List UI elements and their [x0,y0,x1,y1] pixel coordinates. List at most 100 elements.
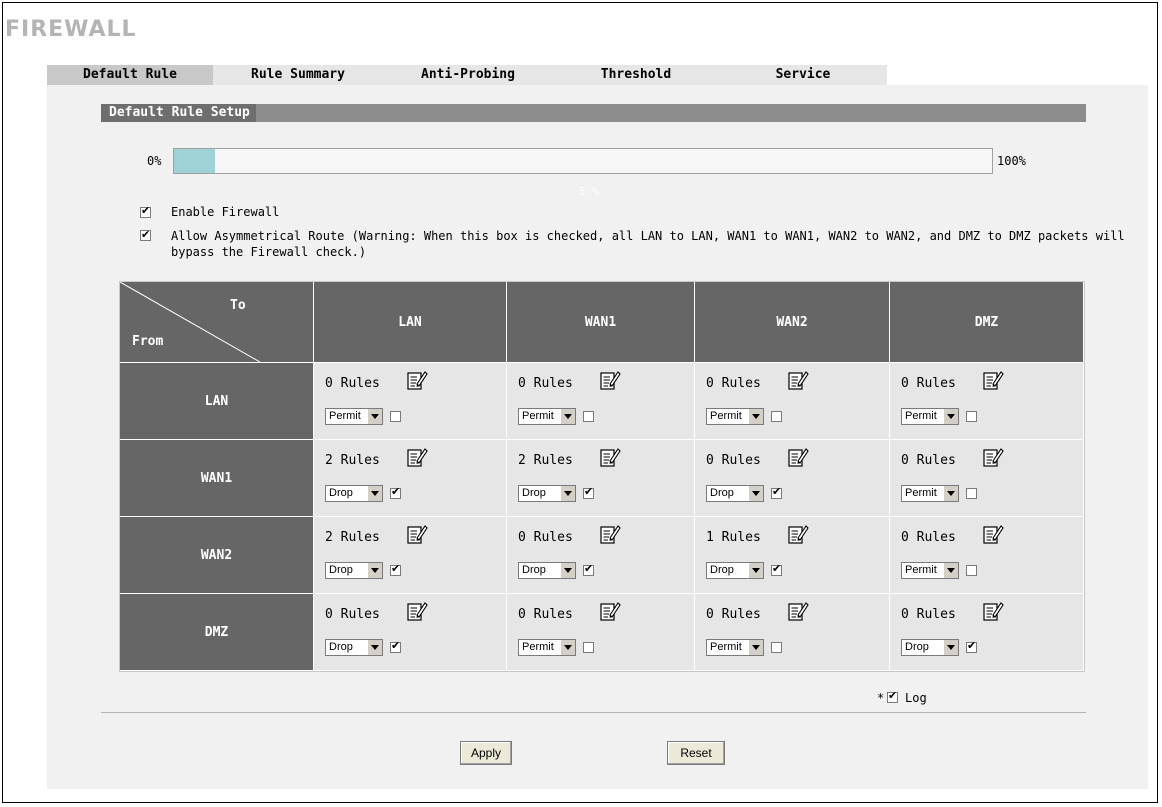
action-select-value: Drop [329,641,353,653]
action-select[interactable]: Drop [706,485,764,502]
reset-button[interactable]: Reset [667,741,725,765]
log-checkbox[interactable] [771,642,782,653]
edit-icon[interactable] [982,523,1004,545]
edit-icon[interactable] [982,369,1004,391]
edit-icon[interactable] [599,446,621,468]
action-select[interactable]: Permit [706,639,764,656]
action-select[interactable]: Drop [325,562,383,579]
log-checkbox[interactable] [390,485,401,499]
divider [101,712,1086,713]
rule-cell-wan1-to-wan2: 0 Rules Drop [695,440,890,517]
action-select[interactable]: Drop [325,485,383,502]
edit-icon[interactable] [787,369,809,391]
tab-rule-summary[interactable]: Rule Summary [213,65,383,85]
rule-cell-lan-to-lan: 0 Rules Permit [314,363,507,440]
chevron-down-icon [560,563,575,578]
rule-cell-dmz-to-wan2: 0 Rules Permit [695,594,890,671]
edit-icon[interactable] [982,600,1004,622]
rule-count: 2 Rules [325,453,380,468]
chevron-down-icon [560,486,575,501]
log-checkbox[interactable] [583,562,594,576]
action-select[interactable]: Permit [518,408,576,425]
action-select-value: Permit [710,410,742,422]
log-checkbox[interactable] [966,565,977,576]
edit-icon[interactable] [787,523,809,545]
log-checkbox[interactable] [390,411,401,422]
rule-count: 0 Rules [325,376,380,391]
log-checkbox[interactable] [583,642,594,653]
asymmetrical-route-checkbox[interactable] [140,227,151,243]
action-select[interactable]: Drop [706,562,764,579]
chevron-down-icon [367,486,382,501]
log-checkbox[interactable] [583,485,594,499]
rule-count: 0 Rules [901,607,956,622]
chevron-down-icon [748,563,763,578]
action-select[interactable]: Permit [518,639,576,656]
enable-firewall-checkbox[interactable] [140,204,151,218]
action-select[interactable]: Drop [325,639,383,656]
log-checkbox[interactable] [966,488,977,499]
progress-min-label: 0% [147,154,162,168]
action-select-value: Permit [905,410,937,422]
edit-icon[interactable] [406,600,428,622]
action-select-value: Permit [329,410,361,422]
log-checkbox[interactable] [966,411,977,422]
log-checkbox[interactable] [771,411,782,422]
progress-bar [173,148,993,174]
row-header-dmz: DMZ [120,594,314,671]
window-frame: FIREWALL Default Rule Rule Summary Anti-… [2,2,1158,803]
rule-cell-dmz-to-wan1: 0 Rules Permit [507,594,695,671]
action-select-value: Drop [522,564,546,576]
action-select-value: Drop [522,487,546,499]
tab-threshold[interactable]: Threshold [553,65,719,85]
edit-icon[interactable] [787,600,809,622]
edit-icon[interactable] [599,600,621,622]
default-rule-matrix: To From LAN WAN1 WAN2 DMZ LAN 0 Rules Perm… [119,281,1085,672]
chevron-down-icon [943,640,958,655]
rule-count: 1 Rules [706,530,761,545]
corner-diagonal [120,282,261,362]
action-select[interactable]: Drop [518,562,576,579]
action-select[interactable]: Drop [518,485,576,502]
action-select-value: Permit [522,641,554,653]
log-checkbox[interactable] [966,639,977,653]
edit-icon[interactable] [599,523,621,545]
chevron-down-icon [943,486,958,501]
progress-value-text: 5 % [579,185,599,198]
apply-button[interactable]: Apply [460,741,512,765]
log-legend-star: * [877,691,885,705]
rule-cell-lan-to-wan1: 0 Rules Permit [507,363,695,440]
action-select[interactable]: Permit [901,562,959,579]
tab-anti-probing[interactable]: Anti-Probing [383,65,553,85]
edit-icon[interactable] [406,369,428,391]
rule-count: 0 Rules [325,607,380,622]
log-legend-label: Log [905,691,927,705]
action-select[interactable]: Permit [706,408,764,425]
tab-default-rule[interactable]: Default Rule [47,65,213,85]
chevron-down-icon [560,640,575,655]
rule-cell-lan-to-dmz: 0 Rules Permit [890,363,1084,440]
log-checkbox[interactable] [771,485,782,499]
rule-cell-lan-to-wan2: 0 Rules Permit [695,363,890,440]
edit-icon[interactable] [787,446,809,468]
edit-icon[interactable] [982,446,1004,468]
edit-icon[interactable] [599,369,621,391]
log-checkbox[interactable] [771,562,782,576]
action-select-value: Drop [329,564,353,576]
edit-icon[interactable] [406,523,428,545]
action-select[interactable]: Permit [901,408,959,425]
chevron-down-icon [943,409,958,424]
action-select[interactable]: Permit [901,485,959,502]
log-checkbox[interactable] [583,411,594,422]
rule-count: 0 Rules [518,376,573,391]
action-select[interactable]: Drop [901,639,959,656]
log-checkbox[interactable] [390,639,401,653]
progress-fill [174,149,215,173]
tab-service[interactable]: Service [719,65,887,85]
log-checkbox[interactable] [390,562,401,576]
action-select[interactable]: Permit [325,408,383,425]
chevron-down-icon [367,563,382,578]
edit-icon[interactable] [406,446,428,468]
row-header-lan: LAN [120,363,314,440]
rule-count: 0 Rules [901,376,956,391]
